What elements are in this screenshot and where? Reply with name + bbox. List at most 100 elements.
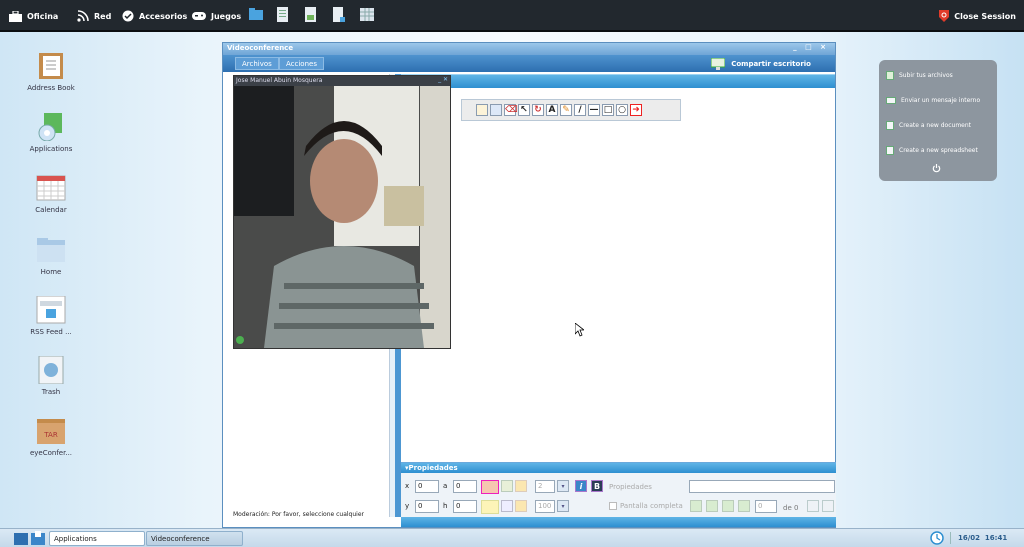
desktop-switch-icon[interactable] xyxy=(14,531,46,546)
book-icon[interactable] xyxy=(332,7,346,22)
desktop-icon-calendar[interactable]: Calendar xyxy=(22,174,80,215)
last-page-icon[interactable] xyxy=(738,500,750,512)
bold-button[interactable]: B xyxy=(591,480,603,492)
first-page-icon[interactable] xyxy=(690,500,702,512)
y-input[interactable]: 0 xyxy=(415,500,439,513)
desktop-icon-home[interactable]: Home xyxy=(22,236,80,277)
clock-icon[interactable] xyxy=(930,531,944,545)
new-document-action[interactable]: Create a new document xyxy=(886,118,971,132)
whiteboard-toolbar: ⌫ ↖ ↻ A ✎ / — □ ○ ➜ xyxy=(461,99,681,121)
upload-files-action[interactable]: Subir tus archivos xyxy=(886,68,953,82)
fill-color-swatch[interactable] xyxy=(481,480,499,494)
prev-page-icon[interactable] xyxy=(706,500,718,512)
properties-title[interactable]: ▾Propiedades xyxy=(401,463,836,473)
calendar-icon xyxy=(36,174,66,202)
h-input[interactable]: 0 xyxy=(453,500,477,513)
share-desktop-label: Compartir escritorio xyxy=(731,59,811,68)
menu-acciones[interactable]: Acciones xyxy=(279,57,324,70)
new-spreadsheet-action[interactable]: Create a new spreadsheet xyxy=(886,143,978,157)
x-label: x xyxy=(405,482,410,490)
video-controls-icon[interactable]: _ ✕ xyxy=(438,76,448,83)
taskbar-applications-button[interactable]: Applications xyxy=(49,531,145,546)
pencil-icon[interactable]: ✎ xyxy=(560,104,572,116)
window-title: Videoconference xyxy=(227,44,294,52)
desktop-icon-eyeconference[interactable]: TAR eyeConfer... xyxy=(22,417,80,458)
check-circle-icon xyxy=(122,10,134,22)
desktop-icon-label: Applications xyxy=(29,145,73,153)
desktop-icon-trash[interactable]: Trash xyxy=(22,355,80,397)
x-input[interactable]: 0 xyxy=(415,480,439,493)
desktop-icon-rss-feed[interactable]: RSS Feed ... xyxy=(22,295,80,337)
power-shield-icon xyxy=(939,10,950,22)
desktop-icon-label: eyeConfer... xyxy=(29,449,73,457)
envelope-icon xyxy=(886,96,896,104)
eraser-icon[interactable]: ⌫ xyxy=(504,104,518,116)
new-spreadsheet-label: Create a new spreadsheet xyxy=(899,146,978,154)
pencil-color-icon[interactable] xyxy=(501,480,513,492)
send-message-action[interactable]: Enviar un mensaje interno xyxy=(886,93,980,107)
rss-icon xyxy=(77,10,89,22)
menu-oficina[interactable]: Oficina xyxy=(9,0,58,32)
folder-icon[interactable] xyxy=(249,7,263,22)
a-label: a xyxy=(443,482,448,490)
rectangle-tool-icon[interactable]: □ xyxy=(602,104,614,116)
desktop-icon-applications[interactable]: Applications xyxy=(22,113,80,154)
close-session-button[interactable]: Close Session xyxy=(939,0,1016,32)
bucket-icon[interactable] xyxy=(501,500,513,512)
menu-accesorios[interactable]: Accesorios xyxy=(122,0,187,32)
circle-tool-icon[interactable]: ○ xyxy=(616,104,628,116)
applications-icon xyxy=(36,113,66,142)
document-icon[interactable] xyxy=(276,7,290,22)
line-width-dropdown[interactable]: ▾ xyxy=(557,480,569,492)
h-label: h xyxy=(443,502,448,510)
line-width-input[interactable]: 2 xyxy=(535,480,555,493)
spreadsheet-icon[interactable] xyxy=(304,7,318,22)
send-message-label: Enviar un mensaje interno xyxy=(901,96,981,104)
desktop-icon-address-book[interactable]: Address Book xyxy=(22,52,80,93)
chat-section-header[interactable] xyxy=(401,517,836,527)
save-icon[interactable] xyxy=(490,104,502,116)
line-tool-icon[interactable]: / xyxy=(574,104,586,116)
lock-icon-2[interactable] xyxy=(515,500,527,512)
properties-input[interactable] xyxy=(689,480,835,493)
close-session-label: Close Session xyxy=(954,11,1016,21)
text-tool-icon[interactable]: A xyxy=(546,104,558,116)
opacity-input[interactable]: 100 xyxy=(535,500,555,513)
rotate-icon[interactable]: ↻ xyxy=(532,104,544,116)
new-file-icon[interactable] xyxy=(476,104,488,116)
menu-red[interactable]: Red xyxy=(77,0,111,32)
page-input[interactable]: 0 xyxy=(755,500,777,513)
fullscreen-checkbox[interactable] xyxy=(609,502,617,510)
power-icon[interactable] xyxy=(932,164,941,173)
hline-tool-icon[interactable]: — xyxy=(588,104,600,116)
zoom-out-icon[interactable] xyxy=(807,500,819,512)
whiteboard-header xyxy=(401,74,835,88)
menu-archivos[interactable]: Archivos xyxy=(235,57,279,70)
taskbar-clock: 16/02 16:41 xyxy=(958,534,1008,542)
a-input[interactable]: 0 xyxy=(453,480,477,493)
pointer-icon[interactable]: ↖ xyxy=(518,104,530,116)
arrow-right-icon[interactable]: ➜ xyxy=(630,104,642,116)
desktop-icon-label: Trash xyxy=(41,388,61,396)
italic-button[interactable]: i xyxy=(575,480,587,492)
window-controls[interactable]: _ □ × xyxy=(793,43,829,51)
briefcase-icon xyxy=(9,10,22,22)
quick-actions-panel: Subir tus archivos Enviar un mensaje int… xyxy=(879,60,997,181)
next-page-icon[interactable] xyxy=(722,500,734,512)
video-feed-window[interactable]: Jose Manuel Abuin Mosquera _ ✕ xyxy=(233,75,451,349)
share-desktop-button[interactable]: Compartir escritorio xyxy=(711,56,811,71)
taskbar-divider xyxy=(950,532,951,544)
zoom-in-icon[interactable] xyxy=(822,500,834,512)
video-titlebar[interactable]: Jose Manuel Abuin Mosquera _ ✕ xyxy=(234,76,450,86)
menu-accesorios-label: Accesorios xyxy=(139,11,188,21)
taskbar-videoconference-button[interactable]: Videoconference xyxy=(146,531,243,546)
menu-juegos[interactable]: Juegos xyxy=(192,0,241,32)
grid-icon[interactable] xyxy=(360,7,374,22)
taskbar: Applications Videoconference 16/02 16:41 xyxy=(0,528,1024,547)
window-titlebar[interactable]: Videoconference _ □ × xyxy=(223,43,835,55)
opacity-dropdown[interactable]: ▾ xyxy=(557,500,569,512)
address-book-icon xyxy=(36,52,66,80)
properties-panel: ▾Propiedades x 0 a 0 y 0 h 0 2 ▾ 100 ▾ i… xyxy=(401,462,836,527)
lock-icon[interactable] xyxy=(515,480,527,492)
stroke-color-swatch[interactable] xyxy=(481,500,499,514)
